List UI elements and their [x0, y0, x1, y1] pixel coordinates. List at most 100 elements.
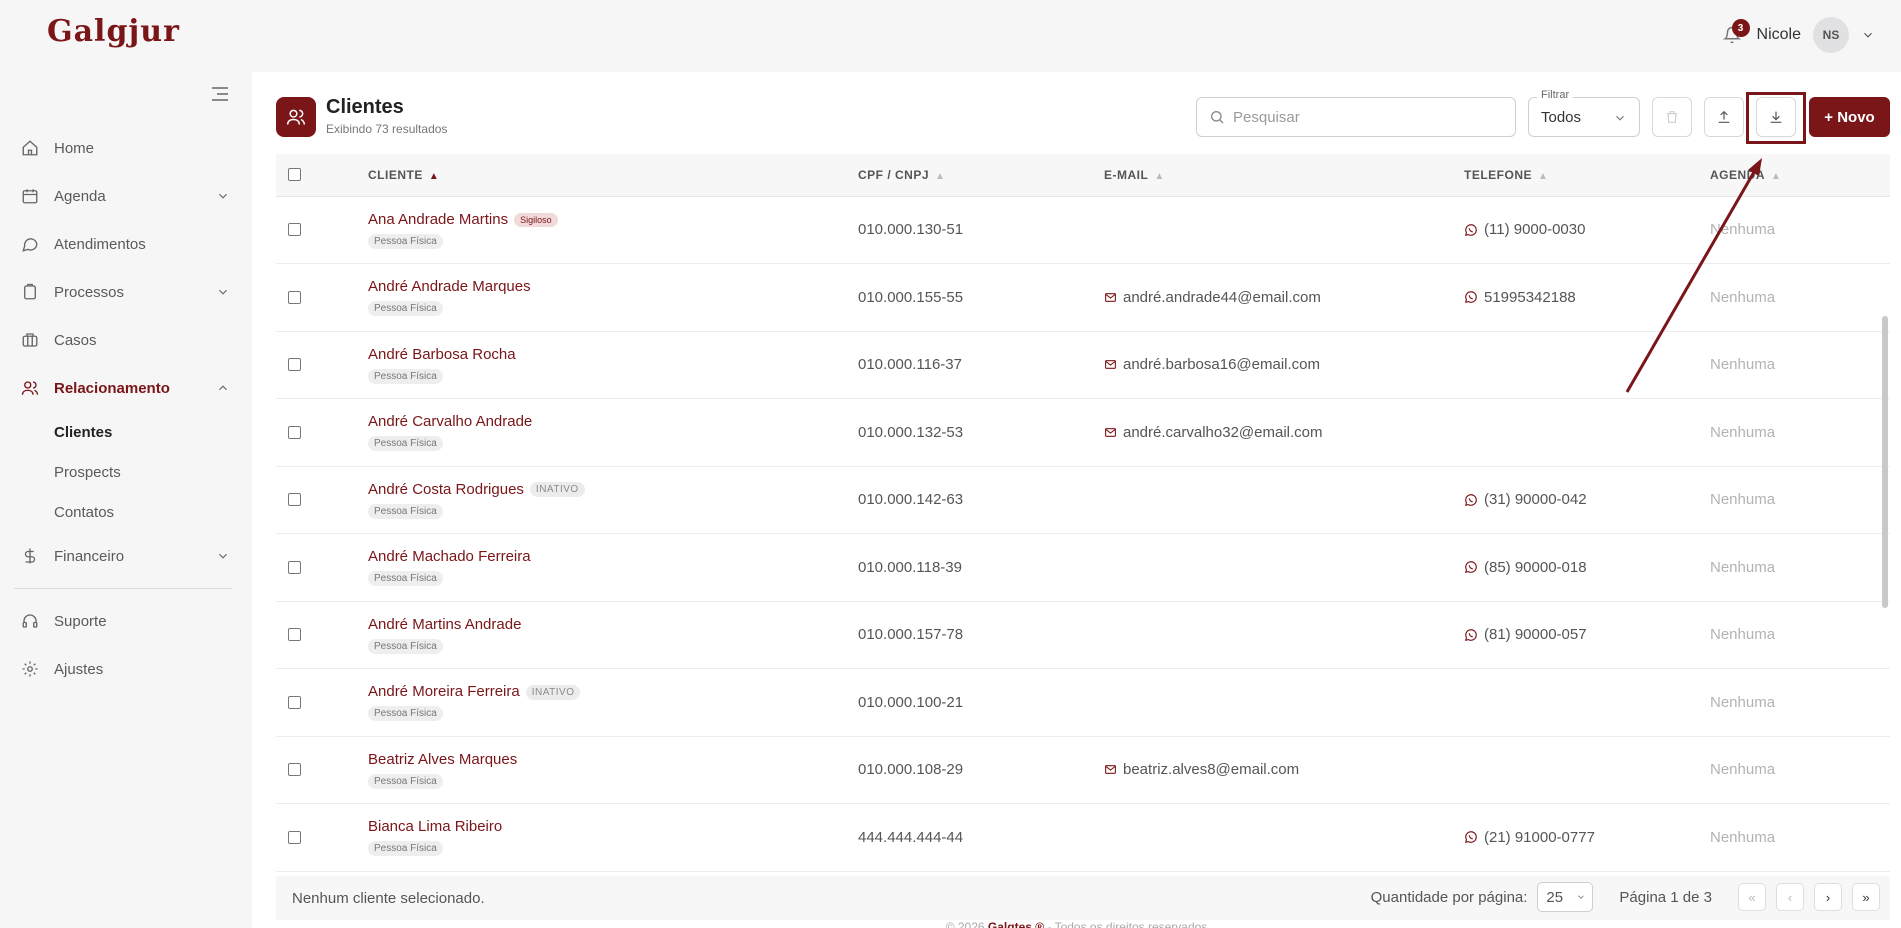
client-name-link[interactable]: Bianca Lima Ribeiro: [368, 818, 502, 835]
export-button[interactable]: [1756, 97, 1796, 137]
search-input[interactable]: [1233, 108, 1503, 126]
select-all-checkbox[interactable]: [288, 168, 301, 182]
inativo-badge: INATIVO: [525, 684, 581, 700]
client-email[interactable]: beatriz.alves8@email.com: [1123, 761, 1299, 778]
sidebar-item-casos[interactable]: Casos: [0, 316, 252, 364]
client-email[interactable]: andré.carvalho32@email.com: [1123, 424, 1323, 441]
person-type-badge: Pessoa Física: [368, 841, 443, 857]
search-icon: [1211, 111, 1224, 124]
table-row[interactable]: André Barbosa Rocha Pessoa Física 010.00…: [276, 331, 1890, 399]
sidebar-item-ajustes[interactable]: Ajustes: [0, 645, 252, 693]
client-name-link[interactable]: Ana Andrade Martins: [368, 211, 508, 228]
search-box: [1196, 97, 1516, 137]
client-phone[interactable]: (11) 9000-0030: [1484, 221, 1585, 238]
avatar[interactable]: NS: [1813, 17, 1849, 53]
table-row[interactable]: Bianca Lima Ribeiro Pessoa Física 444.44…: [276, 803, 1890, 872]
new-client-button[interactable]: + Novo: [1809, 97, 1890, 137]
table-scrollbar[interactable]: [1882, 316, 1888, 608]
table-row[interactable]: André Moreira Ferreira INATIVO Pessoa Fís…: [276, 668, 1890, 737]
notifications-button[interactable]: 3: [1719, 19, 1750, 48]
agenda-cell: Nenhuma: [1710, 803, 1890, 872]
client-name-link[interactable]: André Martins Andrade: [368, 616, 521, 633]
email-cell: [1104, 533, 1464, 602]
table-row[interactable]: Beatriz Alves Marques Pessoa Física 010.…: [276, 736, 1890, 804]
table-row[interactable]: André Andrade Marques Pessoa Física 010.…: [276, 263, 1890, 332]
brand-logo[interactable]: Galgjur: [47, 14, 180, 49]
filter-select[interactable]: Filtrar Todos: [1528, 89, 1640, 137]
header-email[interactable]: E-MAIL ▲: [1104, 154, 1464, 197]
sidebar-subitem-prospects[interactable]: Prospects: [0, 452, 252, 492]
sidebar-item-atendimentos[interactable]: Atendimentos: [0, 220, 252, 268]
row-checkbox[interactable]: [288, 358, 301, 372]
client-phone[interactable]: (21) 91000-0777: [1484, 829, 1595, 846]
client-name-link[interactable]: André Barbosa Rocha: [368, 346, 516, 363]
header-cliente[interactable]: CLIENTE ▲: [368, 154, 858, 197]
selection-status: Nenhum cliente selecionado.: [292, 889, 485, 907]
sidebar-item-suporte[interactable]: Suporte: [0, 597, 252, 645]
import-button[interactable]: [1704, 97, 1744, 137]
client-phone[interactable]: (81) 90000-057: [1484, 626, 1587, 643]
client-phone[interactable]: (85) 90000-018: [1484, 559, 1587, 576]
email-cell-content: andré.andrade44@email.com: [1104, 289, 1464, 306]
next-page-button[interactable]: ›: [1814, 883, 1842, 911]
header-agenda[interactable]: AGENDA ▲: [1710, 154, 1890, 197]
per-page-label: Quantidade por página:: [1370, 888, 1528, 906]
sidebar-subitem-clientes[interactable]: Clientes: [0, 412, 252, 452]
header-cpf[interactable]: CPF / CNPJ ▲: [858, 154, 1104, 197]
client-phone[interactable]: 51995342188: [1484, 289, 1576, 306]
agenda-cell: Nenhuma: [1710, 466, 1890, 534]
cpf-cell: 010.000.157-78: [858, 601, 1104, 669]
copyright-brand[interactable]: Galgtes ®: [988, 920, 1044, 928]
user-menu-chevron-icon[interactable]: [1861, 28, 1875, 42]
row-checkbox[interactable]: [288, 560, 301, 574]
first-page-button[interactable]: «: [1738, 883, 1766, 911]
sidebar: Home Agenda Atendimentos Processos Casos…: [0, 72, 252, 928]
client-name-link[interactable]: André Andrade Marques: [368, 278, 531, 295]
sidebar-item-financeiro[interactable]: Financeiro: [0, 532, 252, 580]
table-row[interactable]: Ana Andrade Martins Sigiloso Pessoa Físic…: [276, 196, 1890, 264]
user-name[interactable]: Nicole: [1757, 26, 1801, 44]
client-name-link[interactable]: André Moreira Ferreira: [368, 683, 520, 700]
row-checkbox[interactable]: [288, 830, 301, 844]
table-row[interactable]: André Martins Andrade Pessoa Física 010.…: [276, 601, 1890, 669]
client-name-link[interactable]: André Costa Rodrigues: [368, 481, 524, 498]
page-icon: [276, 97, 316, 137]
row-checkbox[interactable]: [288, 425, 301, 439]
last-page-button[interactable]: »: [1852, 883, 1880, 911]
phone-cell: (81) 90000-057: [1464, 601, 1710, 669]
sidebar-subitem-contatos[interactable]: Contatos: [0, 492, 252, 532]
client-email[interactable]: andré.andrade44@email.com: [1123, 289, 1321, 306]
table-row[interactable]: André Machado Ferreira Pessoa Física 010…: [276, 533, 1890, 602]
client-name-link[interactable]: André Machado Ferreira: [368, 548, 531, 565]
row-checkbox[interactable]: [288, 628, 301, 642]
table-header-row: CLIENTE ▲ CPF / CNPJ ▲ E-MAIL ▲ TELEFONE ▲ A…: [276, 154, 1890, 197]
table-row[interactable]: André Carvalho Andrade Pessoa Física 010…: [276, 398, 1890, 467]
client-name-link[interactable]: Beatriz Alves Marques: [368, 751, 517, 768]
row-checkbox[interactable]: [288, 223, 301, 237]
client-name-link[interactable]: André Carvalho Andrade: [368, 413, 532, 430]
per-page-select[interactable]: 25: [1537, 882, 1594, 912]
sidebar-item-processos[interactable]: Processos: [0, 268, 252, 316]
sidebar-collapse-icon[interactable]: [211, 86, 229, 102]
delete-button[interactable]: [1652, 97, 1692, 137]
client-cell: André Martins Andrade Pessoa Física: [368, 601, 858, 669]
row-checkbox[interactable]: [288, 290, 301, 304]
prev-page-button[interactable]: ‹: [1776, 883, 1804, 911]
client-phone[interactable]: (31) 90000-042: [1484, 491, 1587, 508]
header-telefone[interactable]: TELEFONE ▲: [1464, 154, 1710, 197]
per-page-value: 25: [1546, 888, 1564, 906]
client-cell: Bianca Lima Ribeiro Pessoa Física: [368, 803, 858, 872]
row-checkbox[interactable]: [288, 695, 301, 709]
email-cell-content: beatriz.alves8@email.com: [1104, 761, 1464, 778]
chevron-down-icon: [1616, 115, 1624, 121]
select-cell: [276, 331, 368, 399]
row-checkbox[interactable]: [288, 763, 301, 777]
sidebar-item-relacionamento[interactable]: Relacionamento: [0, 364, 252, 412]
sidebar-item-agenda[interactable]: Agenda: [0, 172, 252, 220]
person-type-badge: Pessoa Física: [368, 773, 443, 789]
row-checkbox[interactable]: [288, 493, 301, 507]
client-email[interactable]: andré.barbosa16@email.com: [1123, 356, 1320, 373]
sidebar-item-home[interactable]: Home: [0, 124, 252, 172]
table-row[interactable]: André Costa Rodrigues INATIVO Pessoa Físi…: [276, 466, 1890, 534]
select-cell: [276, 263, 368, 332]
